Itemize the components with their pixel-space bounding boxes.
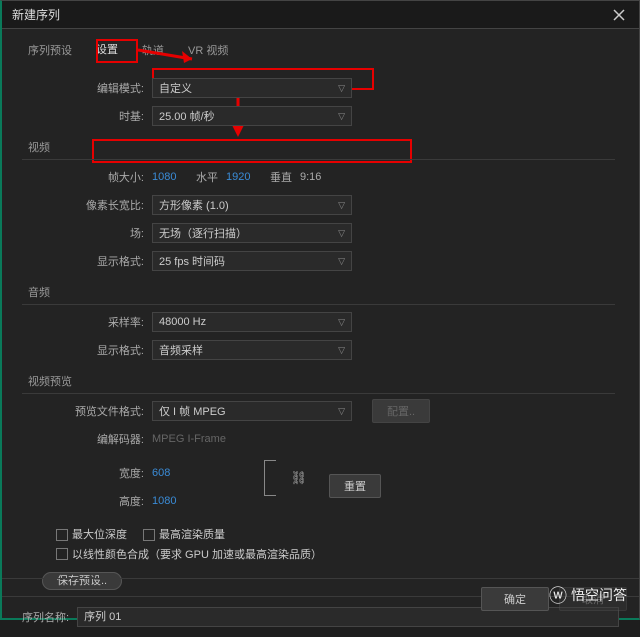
- checkbox-max-bit-depth[interactable]: [56, 529, 68, 541]
- tab-presets[interactable]: 序列预设: [28, 42, 72, 62]
- row-edit-mode: 编辑模式: 自定义 ▽: [22, 77, 615, 99]
- chevron-down-icon: ▽: [338, 228, 345, 239]
- select-edit-mode[interactable]: 自定义 ▽: [152, 78, 352, 98]
- select-edit-mode-value: 自定义: [159, 80, 192, 96]
- select-preview-format-value: 仅 I 帧 MPEG: [159, 403, 226, 419]
- tab-tracks[interactable]: 轨道: [142, 42, 164, 62]
- configure-button: 配置..: [372, 399, 430, 423]
- select-fields-value: 无场（逐行扫描）: [159, 225, 247, 241]
- chevron-down-icon: ▽: [338, 345, 345, 356]
- input-frame-height[interactable]: 1920: [226, 171, 262, 183]
- row-sample-rate: 采样率: 48000 Hz ▽: [22, 311, 615, 333]
- section-preview: 视频预览: [28, 373, 615, 389]
- select-audio-display-format-value: 音频采样: [159, 342, 203, 358]
- select-display-format-value: 25 fps 时间码: [159, 253, 225, 269]
- label-preview-height: 高度:: [22, 493, 152, 509]
- select-audio-display-format[interactable]: 音频采样 ▽: [152, 340, 352, 360]
- tab-bar: 序列预设 设置 轨道 VR 视频: [2, 29, 639, 63]
- label-sample-rate: 采样率:: [22, 314, 152, 330]
- settings-panel: 编辑模式: 自定义 ▽ 时基: 25.00 帧/秒 ▽ 视频 帧大小: 1080…: [2, 63, 639, 596]
- input-preview-height[interactable]: 1080: [152, 495, 176, 507]
- label-preview-format: 预览文件格式:: [22, 403, 152, 419]
- label-max-bit-depth: 最大位深度: [72, 529, 127, 541]
- row-preview-format: 预览文件格式: 仅 I 帧 MPEG ▽ 配置..: [22, 400, 615, 422]
- select-pixel-aspect[interactable]: 方形像素 (1.0) ▽: [152, 195, 352, 215]
- divider: [22, 159, 615, 160]
- select-preview-format[interactable]: 仅 I 帧 MPEG ▽: [152, 401, 352, 421]
- close-button[interactable]: [607, 3, 631, 27]
- row-frame-size: 帧大小: 1080 水平 1920 垂直 9:16: [22, 166, 615, 188]
- label-max-render-quality: 最高渲染质量: [159, 529, 225, 541]
- label-vertical: 垂直: [270, 169, 292, 185]
- row-timebase: 时基: 25.00 帧/秒 ▽: [22, 105, 615, 127]
- select-pixel-aspect-value: 方形像素 (1.0): [159, 197, 229, 213]
- row-pixel-aspect: 像素长宽比: 方形像素 (1.0) ▽: [22, 194, 615, 216]
- label-pixel-aspect: 像素长宽比:: [22, 197, 152, 213]
- chevron-down-icon: ▽: [338, 83, 345, 94]
- link-bracket-icon: [264, 460, 276, 496]
- codec-value: MPEG I-Frame: [152, 433, 226, 445]
- window-title: 新建序列: [12, 6, 60, 23]
- chevron-down-icon: ▽: [338, 111, 345, 122]
- label-horizontal: 水平: [196, 169, 218, 185]
- label-gpu-composite: 以线性颜色合成（要求 GPU 加速或最高渲染品质）: [72, 546, 322, 562]
- section-audio: 音频: [28, 284, 615, 300]
- divider: [22, 304, 615, 305]
- close-icon: [613, 9, 625, 21]
- cancel-button[interactable]: 取消: [559, 587, 627, 611]
- row-gpu: 以线性颜色合成（要求 GPU 加速或最高渲染品质）: [56, 546, 615, 562]
- chevron-down-icon: ▽: [338, 256, 345, 267]
- row-display-format: 显示格式: 25 fps 时间码 ▽: [22, 250, 615, 272]
- row-audio-display-format: 显示格式: 音频采样 ▽: [22, 339, 615, 361]
- label-aspect-result: 9:16: [300, 171, 321, 183]
- select-display-format[interactable]: 25 fps 时间码 ▽: [152, 251, 352, 271]
- select-sample-rate-value: 48000 Hz: [159, 316, 206, 328]
- select-sample-rate[interactable]: 48000 Hz ▽: [152, 312, 352, 332]
- row-preview-width: 宽度: 608: [22, 462, 176, 484]
- checkbox-max-render-quality[interactable]: [143, 529, 155, 541]
- titlebar: 新建序列: [2, 1, 639, 29]
- chevron-down-icon: ▽: [338, 200, 345, 211]
- label-edit-mode: 编辑模式:: [22, 80, 152, 96]
- tab-vr[interactable]: VR 视频: [188, 42, 228, 62]
- label-frame-size: 帧大小:: [22, 169, 152, 185]
- row-codec: 编解码器: MPEG I-Frame: [22, 428, 615, 450]
- label-timebase: 时基:: [22, 108, 152, 124]
- new-sequence-dialog: 新建序列 序列预设 设置 轨道 VR 视频 编辑模式: 自定义 ▽ 时基:: [0, 0, 640, 620]
- label-audio-display-format: 显示格式:: [22, 342, 152, 358]
- row-fields: 场: 无场（逐行扫描） ▽: [22, 222, 615, 244]
- divider: [22, 393, 615, 394]
- label-preview-width: 宽度:: [22, 465, 152, 481]
- select-fields[interactable]: 无场（逐行扫描） ▽: [152, 223, 352, 243]
- row-preview-height: 高度: 1080: [22, 490, 176, 512]
- dialog-footer: 确定 取消: [2, 578, 639, 618]
- label-fields: 场:: [22, 225, 152, 241]
- input-preview-width[interactable]: 608: [152, 467, 170, 479]
- section-video: 视频: [28, 139, 615, 155]
- label-codec: 编解码器:: [22, 431, 152, 447]
- ok-button[interactable]: 确定: [481, 587, 549, 611]
- chevron-down-icon: ▽: [338, 317, 345, 328]
- checkbox-gpu-composite[interactable]: [56, 548, 68, 560]
- chevron-down-icon: ▽: [338, 406, 345, 417]
- chain-icon[interactable]: ⛓: [290, 470, 307, 486]
- select-timebase[interactable]: 25.00 帧/秒 ▽: [152, 106, 352, 126]
- label-display-format: 显示格式:: [22, 253, 152, 269]
- input-frame-width[interactable]: 1080: [152, 171, 188, 183]
- tab-settings[interactable]: 设置: [96, 41, 118, 63]
- reset-button[interactable]: 重置: [329, 474, 381, 498]
- row-checks: 最大位深度 最高渲染质量: [56, 526, 615, 542]
- select-timebase-value: 25.00 帧/秒: [159, 108, 215, 124]
